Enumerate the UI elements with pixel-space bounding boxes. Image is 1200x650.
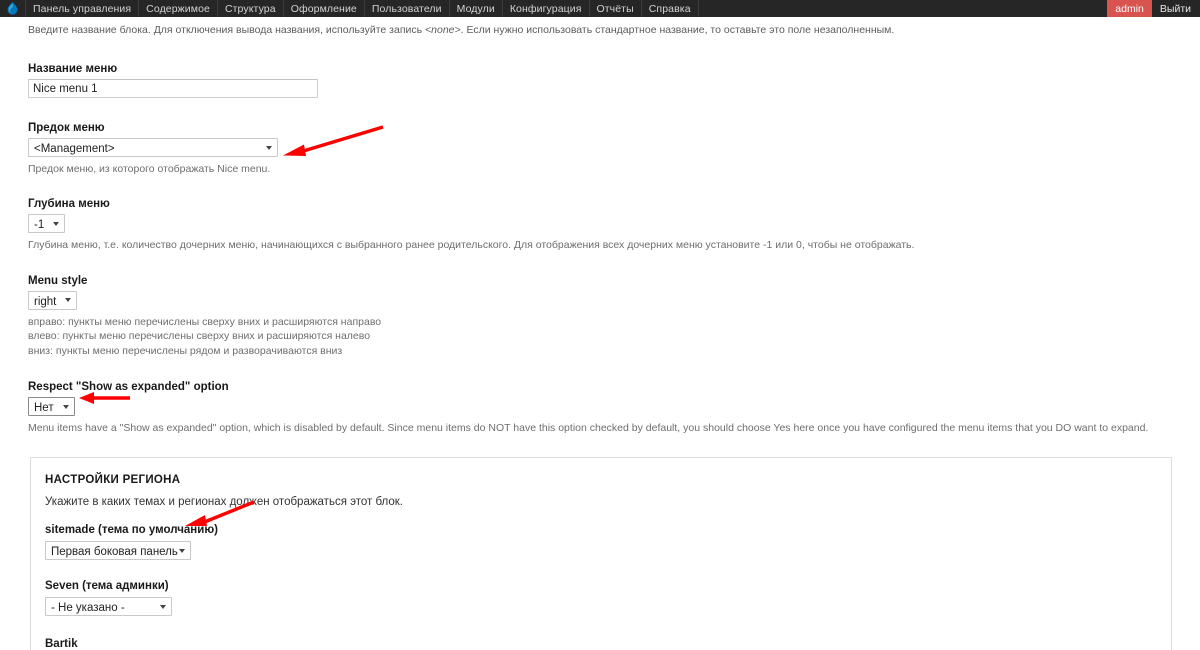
block-configure-form: Название меню Предок меню <Management> П… [0, 63, 1200, 435]
field-parent-menu: Предок меню <Management> Предок меню, из… [28, 122, 1200, 176]
toolbar-item-help[interactable]: Справка [642, 0, 699, 17]
toolbar-user-link[interactable]: admin [1107, 0, 1152, 17]
theme-region-sitemade-label: sitemade (тема по умолчанию) [45, 524, 218, 537]
block-title-help-text: Введите название блока. Для отключения в… [0, 17, 1200, 37]
field-parent-menu-label: Предок меню [28, 122, 105, 135]
theme-region-bartik: Bartik - Не указано - [45, 638, 1153, 650]
intro-text-after: . Если нужно использовать стандартное на… [460, 24, 895, 36]
toolbar-item-structure[interactable]: Структура [218, 0, 284, 17]
intro-token: <none> [425, 24, 461, 36]
respect-expanded-select-value: Нет [34, 402, 54, 415]
menu-style-desc-line-1: вправо: пункты меню перечислены сверху в… [28, 315, 382, 328]
toolbar-item-appearance[interactable]: Оформление [284, 0, 365, 17]
menu-title-input[interactable] [28, 79, 318, 99]
field-parent-menu-description: Предок меню, из которого отображать Nice… [28, 163, 271, 176]
toolbar-item-reports[interactable]: Отчёты [590, 0, 642, 17]
field-menu-style: Menu style right вправо: пункты меню пер… [28, 275, 1200, 360]
chevron-down-icon [179, 548, 185, 553]
theme-region-seven-select[interactable]: - Не указано - [45, 597, 172, 617]
field-respect-expanded-label: Respect "Show as expanded" option [28, 381, 229, 394]
field-respect-expanded-description: Menu items have a "Show as expanded" opt… [28, 422, 1149, 435]
chevron-down-icon [62, 404, 69, 409]
toolbar-item-configuration[interactable]: Конфигурация [503, 0, 590, 17]
region-settings-legend: НАСТРОЙКИ РЕГИОНА [45, 474, 181, 487]
field-menu-style-label: Menu style [28, 274, 88, 287]
parent-menu-select-value: <Management> [34, 143, 115, 156]
theme-region-seven-label: Seven (тема админки) [45, 580, 169, 593]
field-menu-title: Название меню [28, 63, 1200, 99]
menu-depth-select-value: -1 [34, 219, 45, 232]
menu-style-desc-line-3: вниз: пункты меню перечислены рядом и ра… [28, 345, 343, 358]
toolbar-account-area: admin Выйти [1107, 0, 1200, 17]
region-settings-description: Укажите в каких темах и регионах должен … [45, 496, 404, 509]
theme-region-sitemade: sitemade (тема по умолчанию) Первая боко… [45, 524, 1153, 561]
chevron-down-icon [266, 145, 272, 150]
menu-style-desc-line-2: влево: пункты меню перечислены сверху вн… [28, 330, 371, 343]
chevron-down-icon [160, 604, 166, 609]
admin-toolbar: Панель управления Содержимое Структура О… [0, 0, 1200, 17]
theme-region-seven: Seven (тема админки) - Не указано - [45, 580, 1153, 617]
drupal-droplet-icon [7, 2, 18, 15]
chevron-down-icon [65, 298, 72, 303]
region-settings-fieldset: НАСТРОЙКИ РЕГИОНА Укажите в каких темах … [30, 457, 1172, 650]
field-menu-title-label: Название меню [28, 63, 118, 76]
toolbar-menu: Панель управления Содержимое Структура О… [26, 0, 699, 17]
toolbar-item-dashboard[interactable]: Панель управления [26, 0, 140, 17]
theme-region-seven-value: - Не указано - [51, 602, 125, 615]
respect-expanded-select[interactable]: Нет [28, 397, 75, 417]
intro-text-before: Введите название блока. Для отключения в… [28, 24, 426, 36]
chevron-down-icon [53, 221, 60, 226]
toolbar-item-users[interactable]: Пользователи [365, 0, 450, 17]
menu-style-select-value: right [34, 295, 57, 308]
field-respect-expanded: Respect "Show as expanded" option Нет Me… [28, 381, 1200, 435]
toolbar-logout-link[interactable]: Выйти [1152, 0, 1200, 17]
toolbar-item-content[interactable]: Содержимое [139, 0, 218, 17]
field-menu-depth: Глубина меню -1 Глубина меню, т.е. колич… [28, 198, 1200, 252]
toolbar-item-modules[interactable]: Модули [450, 0, 503, 17]
theme-region-sitemade-select[interactable]: Первая боковая панель [45, 541, 191, 561]
field-menu-depth-description: Глубина меню, т.е. количество дочерних м… [28, 239, 915, 252]
menu-depth-select[interactable]: -1 [28, 214, 66, 234]
theme-region-sitemade-value: Первая боковая панель [51, 546, 178, 559]
page-content: Введите название блока. Для отключения в… [0, 17, 1200, 650]
drupal-logo[interactable] [0, 0, 26, 17]
field-menu-depth-label: Глубина меню [28, 198, 110, 211]
theme-region-bartik-label: Bartik [45, 638, 78, 650]
parent-menu-select[interactable]: <Management> [28, 138, 278, 158]
field-menu-style-description: вправо: пункты меню перечислены сверху в… [28, 315, 1200, 360]
menu-style-select[interactable]: right [28, 290, 78, 310]
